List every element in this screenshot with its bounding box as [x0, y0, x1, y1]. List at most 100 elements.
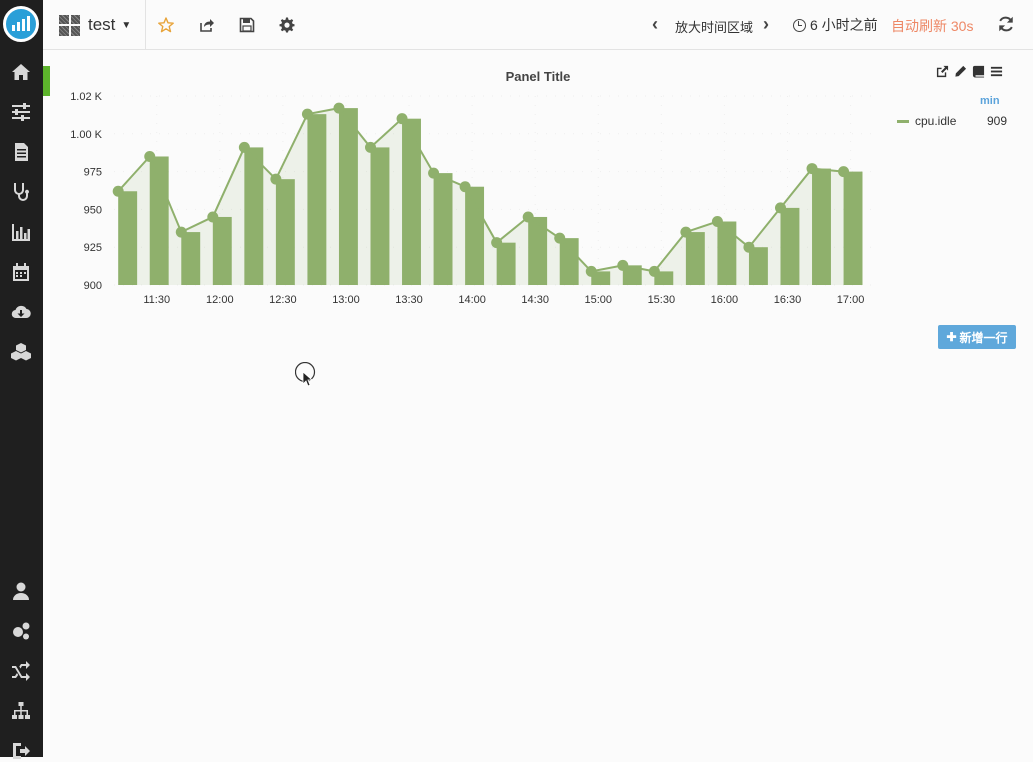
- external-link-icon[interactable]: [935, 64, 949, 78]
- home-icon[interactable]: [8, 61, 34, 83]
- star-button[interactable]: [156, 15, 176, 35]
- data-point: [333, 102, 345, 114]
- dashboard-title: test: [88, 15, 116, 34]
- data-point: [554, 232, 566, 244]
- data-point: [522, 211, 534, 223]
- y-tick-label: 950: [84, 204, 102, 216]
- settings-button[interactable]: [277, 15, 297, 35]
- gears-icon[interactable]: [8, 620, 34, 642]
- cubes-icon[interactable]: [8, 341, 34, 363]
- shift-forward-button[interactable]: ›: [763, 15, 769, 33]
- time-range-label: 6 小时之前: [810, 17, 878, 33]
- document-icon[interactable]: [8, 141, 34, 163]
- sign-out-icon[interactable]: [8, 740, 34, 762]
- x-tick-label: 15:30: [648, 294, 676, 306]
- data-point: [774, 202, 786, 214]
- mouse-cursor: [295, 362, 316, 387]
- bar: [149, 156, 169, 285]
- x-tick-label: 14:00: [458, 294, 486, 306]
- bar: [181, 232, 201, 285]
- sitemap-icon[interactable]: [8, 700, 34, 722]
- x-tick-label: 14:30: [521, 294, 549, 306]
- sliders-icon[interactable]: [8, 101, 34, 123]
- user-icon[interactable]: [8, 580, 34, 602]
- save-button[interactable]: [237, 15, 257, 35]
- legend-series-name: cpu.idle: [915, 114, 957, 128]
- bar: [212, 216, 232, 285]
- data-point: [301, 108, 313, 120]
- refresh-button[interactable]: [997, 15, 1017, 35]
- data-point: [365, 141, 377, 153]
- panel-toolbar: [935, 64, 1003, 78]
- share-button[interactable]: [197, 15, 217, 35]
- cloud-download-icon[interactable]: [8, 301, 34, 323]
- x-tick-label: 11:30: [143, 294, 170, 306]
- data-point: [270, 173, 282, 185]
- add-row-label: 新增一行: [959, 330, 1008, 345]
- x-tick-label: 17:00: [837, 294, 865, 306]
- calendar-icon[interactable]: [8, 261, 34, 283]
- data-point: [585, 265, 597, 277]
- caret-down-icon: ▼: [121, 19, 132, 31]
- bar: [496, 242, 516, 285]
- data-point: [491, 237, 503, 249]
- y-tick-label: 900: [84, 280, 102, 292]
- row-collapse-marker[interactable]: [43, 66, 50, 96]
- x-tick-label: 12:30: [269, 294, 297, 306]
- app-logo[interactable]: [3, 6, 39, 42]
- menu-icon[interactable]: [989, 64, 1003, 78]
- bar: [465, 186, 485, 285]
- bar: [433, 173, 453, 285]
- x-tick-label: 15:00: [585, 294, 613, 306]
- data-point: [648, 265, 660, 277]
- gear-icon: [279, 17, 295, 33]
- data-point: [238, 141, 250, 153]
- data-point: [459, 181, 471, 193]
- data-point: [838, 166, 850, 178]
- legend-column-header[interactable]: min: [980, 95, 1000, 107]
- top-navbar: test ▼ ‹ 放大时间区域 › 6 小时之前 自动刷新 30s: [43, 0, 1033, 50]
- y-tick-label: 1.00 K: [70, 129, 102, 141]
- bar-chart-icon[interactable]: [8, 221, 34, 243]
- toolbar-divider: [145, 0, 146, 50]
- graph-panel[interactable]: 900 925 950 975 1.00 K 1.02 K 11:30 12:00 12:30 1…: [50, 85, 880, 315]
- x-tick-label: 16:30: [774, 294, 802, 306]
- bar: [402, 118, 421, 286]
- data-point: [207, 211, 219, 223]
- bar: [843, 171, 863, 285]
- save-icon: [239, 17, 255, 33]
- add-row-button[interactable]: ✚ 新增一行: [938, 325, 1016, 349]
- x-tick-label: 16:00: [711, 294, 739, 306]
- auto-refresh-label[interactable]: 自动刷新 30s: [891, 16, 973, 36]
- stethoscope-icon[interactable]: [8, 181, 34, 203]
- bar: [275, 179, 295, 285]
- refresh-icon: [999, 16, 1013, 32]
- bar: [780, 207, 800, 285]
- x-tick-label: 12:00: [206, 294, 234, 306]
- y-tick-label: 925: [84, 242, 102, 254]
- shuffle-icon[interactable]: [8, 660, 34, 682]
- data-point: [617, 259, 629, 271]
- data-point: [396, 113, 408, 125]
- bar: [307, 114, 327, 285]
- bar: [118, 191, 138, 285]
- shift-back-button[interactable]: ‹: [652, 15, 658, 33]
- plus-icon: ✚: [946, 330, 957, 344]
- dashboard-picker[interactable]: test ▼: [59, 13, 131, 37]
- star-icon: [158, 17, 174, 33]
- legend-item[interactable]: cpu.idle 909: [897, 114, 1007, 128]
- bar: [748, 247, 768, 285]
- legend-swatch: [897, 119, 909, 123]
- panel-title[interactable]: Panel Title: [450, 69, 626, 84]
- bar: [717, 221, 737, 285]
- y-tick-label: 1.02 K: [70, 91, 102, 103]
- book-icon[interactable]: [971, 64, 985, 78]
- data-point: [428, 167, 440, 179]
- zoom-out-button[interactable]: 放大时间区域: [675, 17, 753, 36]
- time-range-picker[interactable]: 6 小时之前: [793, 15, 878, 35]
- bar: [559, 238, 579, 285]
- data-point: [806, 163, 818, 175]
- pencil-icon[interactable]: [953, 64, 967, 78]
- x-tick-label: 13:00: [332, 294, 360, 306]
- data-point: [743, 241, 755, 253]
